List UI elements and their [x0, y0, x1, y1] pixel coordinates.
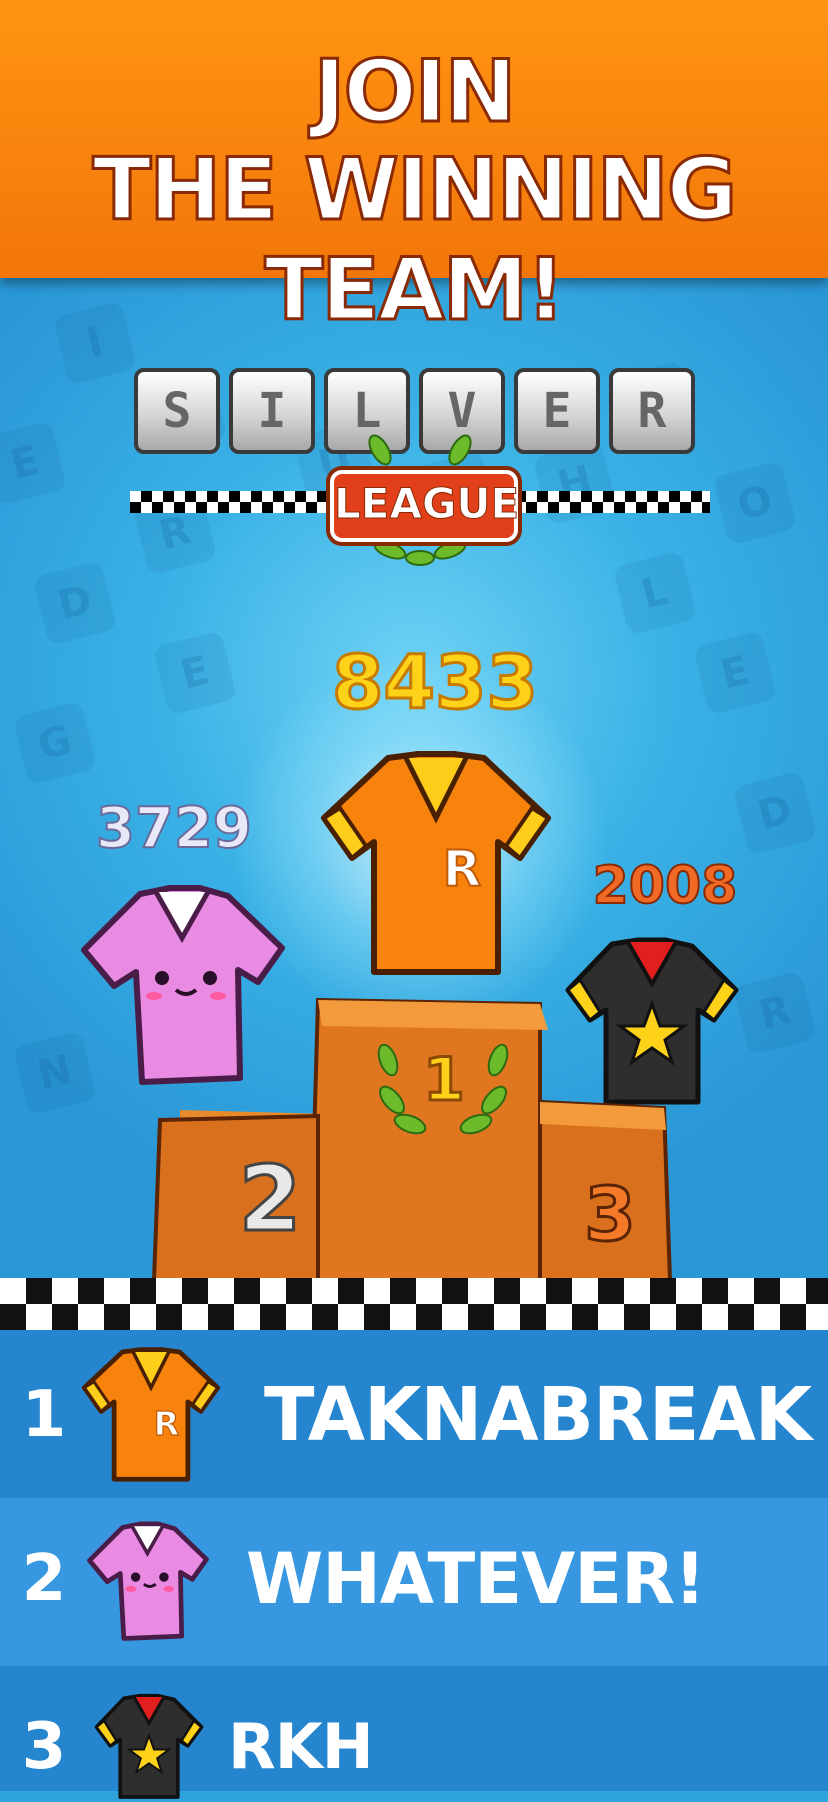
league-label: LEAGUE [330, 470, 520, 542]
podium-place-3: 3 [584, 1172, 636, 1258]
second-place-score: 3729 [95, 795, 253, 862]
finish-line-strip [0, 1278, 828, 1330]
leaderboard-row[interactable]: 1 R TAKNABREAK [0, 1330, 828, 1498]
rank-number: 2 [21, 1542, 67, 1616]
third-place-score: 2008 [592, 855, 739, 917]
jersey-letter: R [443, 840, 482, 898]
orange-jersey-icon: R [82, 1347, 221, 1482]
banner-title-line-1: JOIN [312, 41, 518, 144]
leaderboard-row[interactable]: 2 WHATEVER! [0, 1498, 828, 1666]
rank-number: 1 [21, 1378, 67, 1452]
rank-number: 3 [21, 1710, 67, 1784]
promo-banner: JOIN THE WINNING TEAM! [0, 0, 828, 342]
player-name: WHATEVER! [246, 1538, 706, 1620]
league-tile-1: S [134, 368, 220, 454]
player-name: TAKNABREAK [264, 1372, 812, 1458]
leaderboard-row[interactable]: 3 RKH [0, 1666, 828, 1799]
orange-jersey-icon: R [321, 751, 551, 975]
pink-jersey-icon [87, 1521, 209, 1641]
player-name: RKH [228, 1710, 374, 1783]
black-jersey-icon [94, 1693, 204, 1799]
league-tile-2: I [229, 368, 315, 454]
podium-place-2: 2 [239, 1147, 302, 1252]
first-place-score: 8433 [331, 639, 540, 728]
league-tile-5: E [514, 368, 600, 454]
podium: 1 2 3 [151, 997, 673, 1280]
podium-place-1: 1 [423, 1045, 465, 1115]
jersey-letter: R [154, 1404, 180, 1443]
league-tile-6: R [609, 368, 695, 454]
banner-title-line-2: THE WINNING TEAM! [91, 139, 739, 342]
